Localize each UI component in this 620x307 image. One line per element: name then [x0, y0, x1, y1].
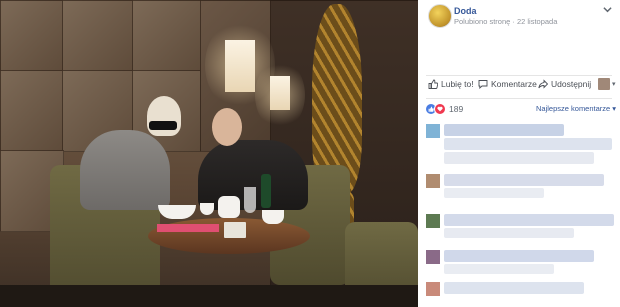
comment-avatar	[426, 124, 440, 138]
divider	[426, 75, 612, 76]
pink-book	[157, 224, 219, 232]
divider	[426, 98, 612, 99]
share-button[interactable]: Udostępnij	[538, 79, 591, 89]
post-sidebar: Doda Polubiono stronę · 22 listopada Lub…	[418, 0, 620, 307]
pixelated-text	[444, 124, 564, 136]
reaction-count: 189	[449, 104, 464, 114]
floor	[0, 285, 418, 307]
reaction-summary[interactable]: 189	[426, 103, 463, 115]
lamp-shade	[225, 40, 255, 92]
comment-icon	[478, 80, 488, 89]
teacup	[262, 210, 284, 224]
caret-down-icon: ▾	[612, 104, 617, 113]
caret-down-icon[interactable]: ▾	[612, 80, 616, 88]
comment-label: Komentarze	[491, 79, 537, 89]
wall-panel	[0, 0, 64, 72]
list-item[interactable]	[426, 214, 614, 244]
comment-avatar	[426, 282, 440, 296]
comment-sort-label: Najlepsze komentarze	[536, 104, 611, 113]
pixelated-text	[444, 214, 614, 226]
pixelated-text	[444, 264, 554, 274]
pixelated-text	[444, 152, 594, 164]
comment-avatar	[426, 174, 440, 188]
woman-figure	[80, 130, 170, 210]
share-label: Udostępnij	[551, 79, 592, 89]
love-reaction-icon	[434, 103, 446, 115]
bottle	[261, 174, 271, 208]
comment-avatar	[426, 214, 440, 228]
comment-button[interactable]: Komentarze	[478, 79, 537, 89]
man-head	[212, 108, 242, 146]
pixelated-text	[444, 228, 574, 238]
pixelated-text	[444, 282, 584, 294]
pixelated-text	[444, 174, 604, 186]
comment-sort-dropdown[interactable]: Najlepsze komentarze ▾	[536, 104, 616, 113]
page-avatar[interactable]	[428, 4, 452, 28]
pixelated-text	[444, 188, 544, 198]
teapot	[218, 196, 240, 218]
like-label: Lubię to!	[441, 79, 474, 89]
chevron-down-icon[interactable]	[603, 5, 612, 16]
sunglasses	[149, 121, 177, 130]
list-item[interactable]	[426, 250, 614, 280]
comment-avatar	[426, 250, 440, 264]
share-as-avatar[interactable]	[598, 78, 610, 90]
list-item[interactable]	[426, 174, 614, 204]
page-name[interactable]: Doda	[454, 6, 477, 16]
teacup	[200, 203, 214, 215]
post-photo[interactable]	[0, 0, 418, 307]
list-item[interactable]	[426, 124, 614, 172]
wall-panel	[132, 0, 202, 72]
bowl	[158, 205, 196, 219]
thumbs-up-icon	[428, 79, 438, 89]
post-actions: Lubię to! Komentarze Udostępnij ▾	[418, 78, 620, 95]
pixelated-text	[444, 138, 612, 150]
post-subtitle: Polubiono stronę · 22 listopada	[454, 17, 558, 26]
lamp-shade	[270, 76, 290, 110]
notebook	[224, 222, 246, 238]
like-button[interactable]: Lubię to!	[428, 79, 474, 89]
wall-panel	[62, 0, 134, 72]
share-icon	[538, 79, 548, 89]
pixelated-text	[444, 250, 594, 262]
glass	[244, 187, 256, 213]
wall-panel	[0, 70, 64, 152]
woman-hair	[147, 96, 181, 136]
list-item[interactable]	[426, 282, 614, 306]
